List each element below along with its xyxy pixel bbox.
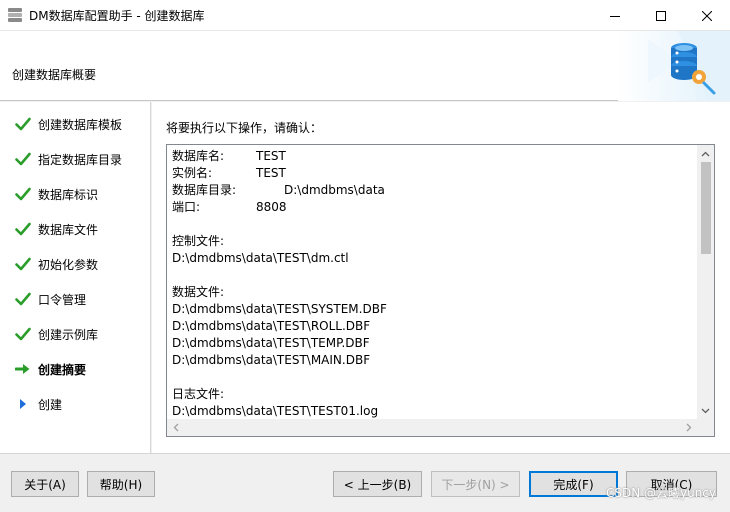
nav-step-password[interactable]: 口令管理 [0, 289, 150, 309]
summary-line: 端口: 8808 [172, 199, 692, 216]
nav-step-label: 创建 [38, 397, 63, 412]
app-icon [8, 7, 22, 23]
dir-value: D:\dmdbms\data [284, 183, 385, 197]
close-button[interactable] [684, 0, 730, 31]
minimize-icon [610, 15, 620, 17]
maximize-button[interactable] [638, 0, 684, 31]
data-files-heading: 数据文件: [172, 285, 225, 299]
nav-step-directory[interactable]: 指定数据库目录 [0, 149, 150, 169]
summary-line: 数据库名: TEST [172, 148, 692, 165]
nav-step-sample-db[interactable]: 创建示例库 [0, 324, 150, 344]
nav-step-label: 创建摘要 [38, 362, 87, 377]
db-name-label: 数据库名: [172, 149, 225, 163]
nav-step-label: 数据库标识 [38, 187, 99, 202]
window-controls [592, 0, 730, 31]
checkmark-icon [14, 185, 32, 203]
checkmark-icon [14, 290, 32, 308]
scrollbar-corner [697, 419, 714, 436]
summary-textbox[interactable]: 数据库名: TEST 实例名: TEST 数据库目录: D:\dmdbms\da… [166, 144, 715, 437]
checkmark-icon [14, 115, 32, 133]
control-file-path: D:\dmdbms\data\TEST\dm.ctl [172, 251, 349, 265]
page-title: 创建数据库概要 [12, 68, 97, 82]
triangle-right-icon [14, 395, 32, 413]
nav-step-init-params[interactable]: 初始化参数 [0, 254, 150, 274]
nav-step-create[interactable]: 创建 [0, 394, 150, 414]
dir-label: 数据库目录: [172, 183, 237, 197]
nav-step-label: 创建数据库模板 [38, 117, 123, 132]
maximize-icon [656, 10, 666, 21]
nav-step-identity[interactable]: 数据库标识 [0, 184, 150, 204]
instance-value: TEST [256, 166, 286, 180]
nav-step-label: 口令管理 [38, 292, 87, 307]
scroll-right-arrow-icon[interactable] [680, 419, 697, 436]
data-file-path: D:\dmdbms\data\TEST\SYSTEM.DBF [172, 302, 387, 316]
nav-step-label: 数据库文件 [38, 222, 99, 237]
port-value: 8808 [256, 200, 287, 214]
nav-step-files[interactable]: 数据库文件 [0, 219, 150, 239]
scroll-left-arrow-icon[interactable] [167, 419, 184, 436]
button-bar: 关于(A) 帮助(H) < 上一步(B) 下一步(N) > 完成(F) 取消(C… [0, 453, 730, 512]
about-button[interactable]: 关于(A) [11, 471, 79, 497]
port-label: 端口: [172, 200, 201, 214]
arrow-right-icon [14, 360, 32, 378]
watermark: CSDN @云曦yuncy [605, 486, 716, 500]
nav-step-label: 创建示例库 [38, 327, 99, 342]
scroll-up-arrow-icon[interactable] [697, 145, 714, 162]
checkmark-icon [14, 255, 32, 273]
window-title: DM数据库配置助手 - 创建数据库 [29, 8, 205, 23]
db-name-value: TEST [256, 149, 286, 163]
back-button[interactable]: < 上一步(B) [333, 471, 422, 497]
summary-content: 数据库名: TEST 实例名: TEST 数据库目录: D:\dmdbms\da… [172, 148, 692, 420]
log-file-path: D:\dmdbms\data\TEST\TEST01.log [172, 404, 379, 418]
confirm-prompt: 将要执行以下操作，请确认： [166, 121, 323, 135]
nav-step-summary[interactable]: 创建摘要 [0, 359, 150, 379]
wizard-header: 创建数据库概要 [0, 31, 730, 101]
main-panel: 将要执行以下操作，请确认： 数据库名: TEST 实例名: TEST 数据库目录… [152, 102, 730, 453]
control-files-heading: 控制文件: [172, 234, 225, 248]
help-button[interactable]: 帮助(H) [87, 471, 155, 497]
scrollbar-thumb[interactable] [701, 162, 711, 254]
close-icon [702, 10, 712, 21]
summary-line: 实例名: TEST [172, 165, 692, 182]
nav-step-label: 初始化参数 [38, 257, 99, 272]
checkmark-icon [14, 325, 32, 343]
log-files-heading: 日志文件: [172, 387, 225, 401]
horizontal-scrollbar[interactable] [167, 419, 714, 436]
title-bar: DM数据库配置助手 - 创建数据库 [0, 0, 730, 31]
finish-button[interactable]: 完成(F) [529, 471, 618, 497]
summary-line: 数据库目录: D:\dmdbms\data [172, 182, 692, 199]
next-button[interactable]: 下一步(N) > [431, 471, 520, 497]
checkmark-icon [14, 150, 32, 168]
data-file-path: D:\dmdbms\data\TEST\TEMP.DBF [172, 336, 370, 350]
vertical-scrollbar[interactable] [697, 145, 714, 419]
instance-label: 实例名: [172, 166, 213, 180]
wizard-steps-nav: 创建数据库模板 指定数据库目录 数据库标识 数据库文件 初始化参数 口令管理 创… [0, 102, 151, 453]
checkmark-icon [14, 220, 32, 238]
scroll-down-arrow-icon[interactable] [697, 402, 714, 419]
data-file-path: D:\dmdbms\data\TEST\MAIN.DBF [172, 353, 371, 367]
database-config-icon [618, 31, 730, 101]
data-file-path: D:\dmdbms\data\TEST\ROLL.DBF [172, 319, 371, 333]
minimize-button[interactable] [592, 0, 638, 31]
nav-step-template[interactable]: 创建数据库模板 [0, 114, 150, 134]
nav-step-label: 指定数据库目录 [38, 152, 123, 167]
